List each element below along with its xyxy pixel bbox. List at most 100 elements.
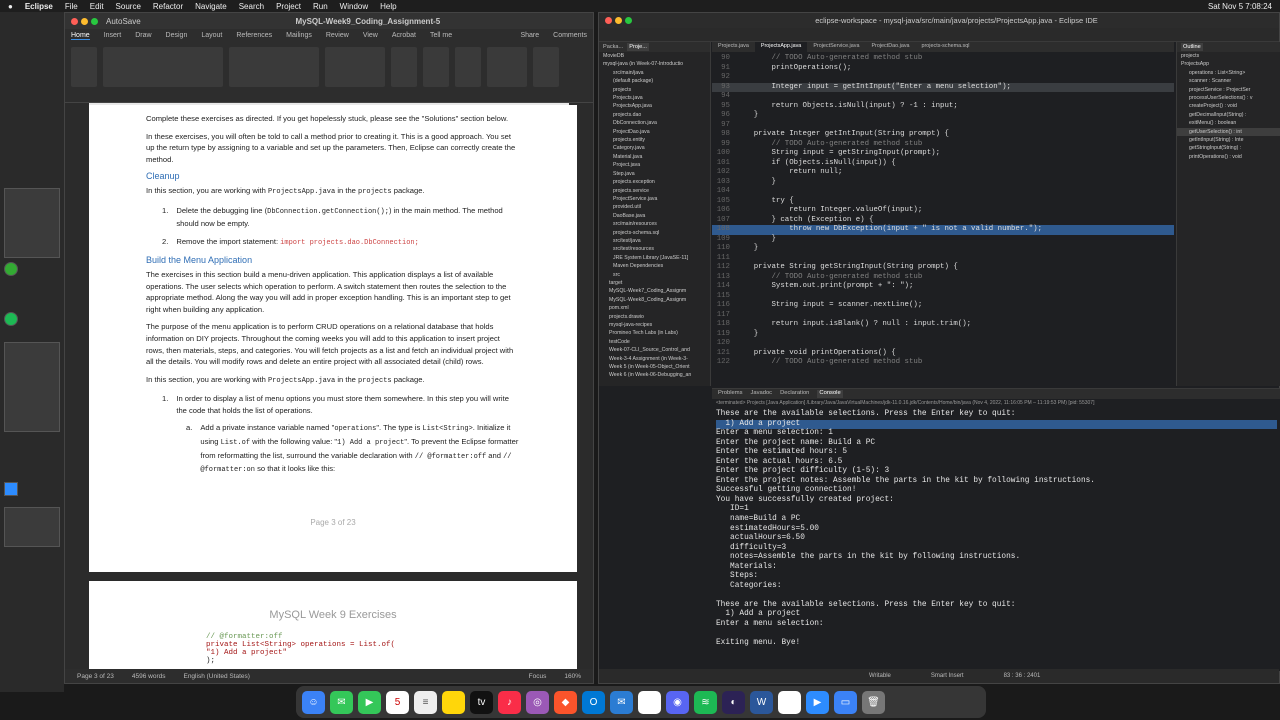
outline-item[interactable]: printOperations() : void [1177, 153, 1280, 161]
window-thumbnail[interactable] [4, 342, 60, 432]
line-text[interactable]: return input.isBlank() ? null : input.tr… [736, 320, 971, 330]
tree-item[interactable]: projects-schema.sql [599, 229, 710, 237]
minimize-icon[interactable] [81, 17, 88, 25]
code-line[interactable]: 115 [712, 292, 1174, 302]
comments-button[interactable]: Comments [553, 32, 587, 40]
tree-item[interactable]: src/main/java [599, 69, 710, 77]
tree-item[interactable]: (default package) [599, 77, 710, 85]
code-line[interactable]: 94 [712, 92, 1174, 102]
font-group[interactable] [103, 47, 223, 87]
tab-acrobat[interactable]: Acrobat [392, 32, 416, 40]
outlook-icon[interactable]: O [582, 690, 605, 714]
line-text[interactable]: } catch (Exception e) { [736, 216, 873, 226]
tree-item[interactable]: Maven Dependencies [599, 262, 710, 270]
eclipse-icon[interactable]: ◐ [722, 690, 745, 714]
code-line[interactable]: 101 if (Objects.isNull(input)) { [712, 159, 1174, 169]
outline-item[interactable]: processUserSelections() : v [1177, 94, 1280, 102]
outline-item[interactable]: getUserSelection() : int [1177, 127, 1280, 137]
code-line[interactable]: 107 } catch (Exception e) { [712, 216, 1174, 226]
tree-item[interactable]: src/main/resources [599, 220, 710, 228]
maximize-icon[interactable] [91, 17, 98, 25]
tab-insert[interactable]: Insert [104, 32, 122, 40]
line-text[interactable]: // TODO Auto-generated method stub [736, 140, 922, 150]
tree-item[interactable]: projects.dao [599, 111, 710, 119]
tree-item[interactable]: Category.java [599, 144, 710, 152]
calendar-icon[interactable]: 5 [386, 690, 409, 714]
line-text[interactable]: return null; [736, 168, 842, 178]
code-line[interactable]: 96 } [712, 111, 1174, 121]
tab-layout[interactable]: Layout [201, 32, 222, 40]
tree-item[interactable]: ProjectDao.java [599, 128, 710, 136]
autosave-label[interactable]: AutoSave [106, 17, 141, 26]
code-line[interactable]: 118 return input.isBlank() ? null : inpu… [712, 320, 1174, 330]
code-line[interactable]: 102 return null; [712, 168, 1174, 178]
chrome-icon[interactable] [778, 690, 801, 714]
word-icon[interactable]: W [750, 690, 773, 714]
tree-item[interactable]: Week-07-CLI_Source_Control_and [599, 346, 710, 354]
tab-review[interactable]: Review [326, 32, 349, 40]
tab-package-explorer[interactable]: Packa... [603, 43, 623, 51]
tree-item[interactable]: DbConnection.java [599, 119, 710, 127]
tree-item[interactable]: DaoBase.java [599, 212, 710, 220]
code-line[interactable]: 104 [712, 187, 1174, 197]
tree-item[interactable]: testCode [599, 338, 710, 346]
tab-mailings[interactable]: Mailings [286, 32, 312, 40]
outline-item[interactable]: getDecimalInput(String) : [1177, 111, 1280, 119]
code-line[interactable]: 116 String input = scanner.nextLine(); [712, 301, 1174, 311]
menu-search[interactable]: Search [239, 2, 264, 11]
line-text[interactable]: // TODO Auto-generated method stub [736, 358, 922, 368]
facetime-icon[interactable]: ▶ [358, 690, 381, 714]
menu-project[interactable]: Project [276, 2, 301, 11]
tree-item[interactable]: projects.exception [599, 178, 710, 186]
tab-console[interactable]: Console [817, 390, 843, 398]
podcasts-icon[interactable]: ◎ [526, 690, 549, 714]
spotify-icon[interactable]: ≋ [694, 690, 717, 714]
code-line[interactable]: 119 } [712, 330, 1174, 340]
tab-outline[interactable]: Outline [1181, 43, 1203, 51]
line-text[interactable]: } [736, 111, 758, 121]
tree-item[interactable]: Project.java [599, 161, 710, 169]
tree-item[interactable]: provided.util [599, 203, 710, 211]
line-text[interactable]: return Objects.isNull(input) ? -1 : inpu… [736, 102, 957, 112]
menu-navigate[interactable]: Navigate [195, 2, 227, 11]
line-text[interactable]: } [736, 244, 758, 254]
tree-item[interactable]: src/test/java [599, 237, 710, 245]
line-text[interactable]: String input = getStringInput(prompt); [736, 149, 940, 159]
code-line[interactable]: 93 Integer input = getIntInput("Enter a … [712, 82, 1174, 93]
code-line[interactable]: 113 // TODO Auto-generated method stub [712, 273, 1174, 283]
line-text[interactable]: private String getStringInput(String pro… [736, 263, 958, 273]
tree-item[interactable]: JRE System Library [JavaSE-11] [599, 254, 710, 262]
tree-item[interactable]: ProjectService.java [599, 195, 710, 203]
menu-source[interactable]: Source [116, 2, 141, 11]
messages-icon[interactable]: ✉ [330, 690, 353, 714]
cursor-position[interactable]: 83 : 36 : 2401 [1004, 673, 1041, 679]
line-text[interactable]: private void printOperations() { [736, 349, 896, 359]
outline-item[interactable]: ProjectsApp [1177, 60, 1280, 68]
line-text[interactable]: Integer input = getIntInput("Enter a men… [736, 83, 1011, 93]
downloads-folder-icon[interactable]: ▭ [834, 690, 857, 714]
code-line[interactable]: 90 // TODO Auto-generated method stub [712, 54, 1174, 64]
code-line[interactable]: 99 // TODO Auto-generated method stub [712, 140, 1174, 150]
tree-item[interactable]: Week 5 (in Week-05-Object_Orient [599, 363, 710, 371]
tell-me[interactable]: Tell me [430, 32, 452, 40]
line-text[interactable]: if (Objects.isNull(input)) { [736, 159, 895, 169]
tree-item[interactable]: ProjectsApp.java [599, 102, 710, 110]
minimize-icon[interactable] [615, 17, 622, 24]
share-button[interactable]: Share [520, 32, 539, 40]
menu-edit[interactable]: Edit [90, 2, 104, 11]
word-count[interactable]: 4596 words [132, 673, 166, 680]
editor-tab[interactable]: projects-schema.sql [916, 42, 976, 52]
code-line[interactable]: 92 [712, 73, 1174, 83]
tree-item[interactable]: Week 6 (in Week-06-Debugging_an [599, 371, 710, 379]
zoom-icon[interactable]: ▶ [806, 690, 829, 714]
line-text[interactable]: System.out.print(prompt + ": "); [736, 282, 913, 292]
line-text[interactable]: String input = scanner.nextLine(); [736, 301, 922, 311]
paragraph-group[interactable] [229, 47, 319, 87]
code-line[interactable]: 117 [712, 311, 1174, 321]
code-line[interactable]: 97 [712, 121, 1174, 131]
tree-item[interactable]: projects.drawio [599, 313, 710, 321]
editor-button[interactable] [455, 47, 481, 87]
outline-item[interactable]: projectService : ProjectSer [1177, 86, 1280, 94]
code-line[interactable]: 108 throw new DbException(input + " is n… [712, 225, 1174, 235]
menu-run[interactable]: Run [313, 2, 328, 11]
